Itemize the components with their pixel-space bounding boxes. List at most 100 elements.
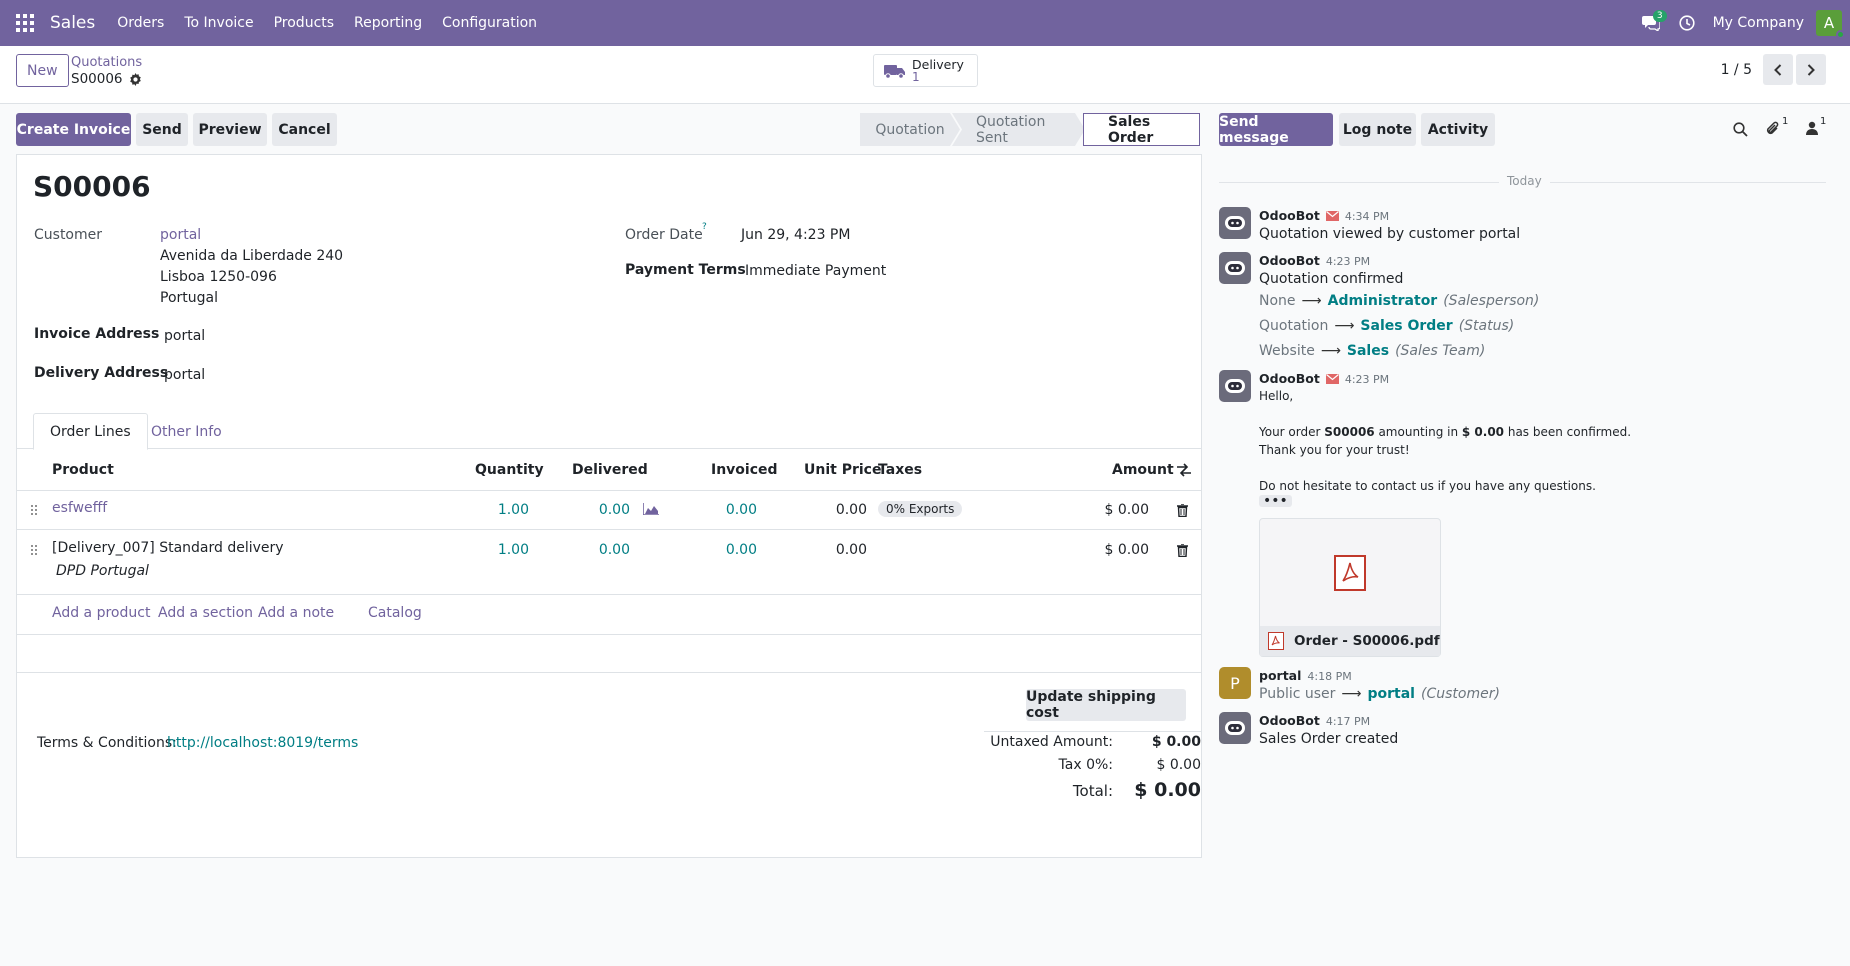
update-shipping-cost-button[interactable]: Update shipping cost xyxy=(1026,689,1186,721)
order-date-help-icon[interactable]: ? xyxy=(702,222,707,232)
row-unit-price[interactable]: 0.00 xyxy=(817,502,867,518)
add-product-link[interactable]: Add a product xyxy=(52,605,150,621)
row-invoiced[interactable]: 0.00 xyxy=(707,502,757,518)
pager-previous-button[interactable] xyxy=(1763,54,1793,85)
breadcrumb-quotations[interactable]: Quotations xyxy=(71,55,142,70)
company-switcher[interactable]: My Company xyxy=(1713,15,1804,31)
col-invoiced[interactable]: Invoiced xyxy=(711,462,778,478)
add-section-link[interactable]: Add a section xyxy=(158,605,253,621)
log-note-button[interactable]: Log note xyxy=(1339,113,1416,146)
attachment-card[interactable]: Order - S00006.pdf xyxy=(1259,518,1441,657)
create-invoice-button[interactable]: Create Invoice xyxy=(16,113,131,146)
menu-to-invoice[interactable]: To Invoice xyxy=(174,0,263,46)
payment-terms-field[interactable]: Immediate Payment xyxy=(745,263,886,279)
new-button[interactable]: New xyxy=(16,54,69,87)
menu-products[interactable]: Products xyxy=(264,0,344,46)
row-unit-price[interactable]: 0.00 xyxy=(817,542,867,558)
delivery-address-field[interactable]: portal xyxy=(164,367,205,383)
author-name: OdooBot xyxy=(1259,713,1320,728)
customer-label: Customer xyxy=(34,227,103,243)
invoice-address-label: Invoice Address xyxy=(34,326,160,342)
odoobot-avatar[interactable] xyxy=(1219,207,1251,239)
customer-field[interactable]: portal xyxy=(160,227,201,243)
row-amount: $ 0.00 xyxy=(1104,502,1149,518)
followers-button[interactable]: 1 xyxy=(1806,116,1836,138)
menu-reporting[interactable]: Reporting xyxy=(344,0,432,46)
user-avatar[interactable]: A xyxy=(1816,10,1845,39)
trash-icon[interactable] xyxy=(1177,544,1188,557)
row-quantity[interactable]: 1.00 xyxy=(465,542,529,558)
row-invoiced[interactable]: 0.00 xyxy=(707,542,757,558)
date-separator: Today xyxy=(1499,174,1550,188)
stage-sales-order[interactable]: Sales Order xyxy=(1083,113,1200,146)
row-divider xyxy=(17,594,1201,595)
row-product[interactable]: [Delivery_007] Standard delivery xyxy=(52,540,284,556)
delivery-smart-button[interactable]: Delivery 1 xyxy=(873,54,978,87)
stage-quotation[interactable]: Quotation xyxy=(860,113,960,146)
col-quantity[interactable]: Quantity xyxy=(475,462,544,478)
menu-configuration[interactable]: Configuration xyxy=(432,0,547,46)
odoobot-avatar[interactable] xyxy=(1219,712,1251,744)
col-taxes[interactable]: Taxes xyxy=(878,462,922,478)
delivery-label: Delivery xyxy=(912,56,964,72)
row-divider xyxy=(17,529,1201,530)
trash-icon[interactable] xyxy=(1177,504,1188,517)
tab-order-lines[interactable]: Order Lines xyxy=(33,413,148,450)
odoobot-avatar[interactable] xyxy=(1219,370,1251,402)
preview-button[interactable]: Preview xyxy=(193,113,267,146)
portal-avatar[interactable]: P xyxy=(1219,667,1251,699)
message-greeting: Hello, xyxy=(1259,389,1294,403)
gear-icon[interactable] xyxy=(129,72,142,86)
search-icon[interactable] xyxy=(1733,122,1748,137)
menu-orders[interactable]: Orders xyxy=(107,0,174,46)
add-note-link[interactable]: Add a note xyxy=(258,605,334,621)
pager-value[interactable]: 1 / 5 xyxy=(1721,62,1752,78)
expand-message-ellipsis-icon[interactable]: ••• xyxy=(1259,494,1292,508)
row-tax-badge[interactable]: 0% Exports xyxy=(878,501,963,517)
message-author[interactable]: OdooBot 4:23 PM xyxy=(1259,371,1389,386)
table-footer-divider xyxy=(17,672,1201,673)
customer-address-line1: Avenida da Liberdade 240 xyxy=(160,248,344,264)
col-product[interactable]: Product xyxy=(52,462,114,478)
stage-quotation-sent[interactable]: Quotation Sent xyxy=(952,113,1085,146)
terms-label: Terms & Conditions: xyxy=(37,735,177,751)
tab-other-info[interactable]: Other Info xyxy=(135,413,238,450)
message-author[interactable]: OdooBot 4:34 PM xyxy=(1259,208,1389,223)
attachments-button[interactable]: 1 xyxy=(1766,116,1796,138)
catalog-link[interactable]: Catalog xyxy=(368,605,422,621)
optional-columns-toggle-icon[interactable] xyxy=(1177,463,1191,477)
forecast-chart-icon[interactable] xyxy=(643,503,659,515)
row-drag-handle[interactable] xyxy=(30,504,38,516)
odoobot-avatar[interactable] xyxy=(1219,252,1251,284)
invoice-address-field[interactable]: portal xyxy=(164,328,205,344)
messaging-button[interactable]: 3 xyxy=(1633,0,1669,46)
row-product[interactable]: esfwefff xyxy=(52,500,107,516)
pager: 1 / 5 xyxy=(1721,54,1826,85)
terms-link[interactable]: http://localhost:8019/terms xyxy=(167,735,358,751)
message-author[interactable]: OdooBot 4:17 PM xyxy=(1259,713,1370,728)
order-date-field[interactable]: Jun 29, 4:23 PM xyxy=(741,227,850,243)
pager-next-button[interactable] xyxy=(1796,54,1826,85)
row-delivered[interactable]: 0.00 xyxy=(572,542,630,558)
col-unit-price[interactable]: Unit Price xyxy=(804,462,881,478)
payment-terms-label: Payment Terms xyxy=(625,262,746,278)
col-amount[interactable]: Amount xyxy=(1112,462,1174,478)
message-author[interactable]: OdooBot 4:23 PM xyxy=(1259,253,1370,268)
col-delivered[interactable]: Delivered xyxy=(572,462,648,478)
row-drag-handle[interactable] xyxy=(30,544,38,556)
activity-button[interactable]: Activity xyxy=(1421,113,1495,146)
cancel-button[interactable]: Cancel xyxy=(272,113,337,146)
message-author[interactable]: portal 4:18 PM xyxy=(1259,668,1352,683)
app-name[interactable]: Sales xyxy=(50,13,95,33)
message-body: Sales Order created xyxy=(1259,731,1399,747)
activity-button[interactable] xyxy=(1669,0,1705,46)
message-body: Quotation confirmed xyxy=(1259,271,1404,287)
row-delivered[interactable]: 0.00 xyxy=(572,502,630,518)
apps-menu-icon[interactable] xyxy=(0,0,50,46)
send-button[interactable]: Send xyxy=(136,113,188,146)
row-quantity[interactable]: 1.00 xyxy=(465,502,529,518)
form-tabs: Order Lines Other Info xyxy=(17,413,1201,450)
followers-count: 1 xyxy=(1820,116,1827,127)
send-message-button[interactable]: Send message xyxy=(1219,113,1333,146)
attachment-footer: Order - S00006.pdf xyxy=(1260,626,1440,656)
